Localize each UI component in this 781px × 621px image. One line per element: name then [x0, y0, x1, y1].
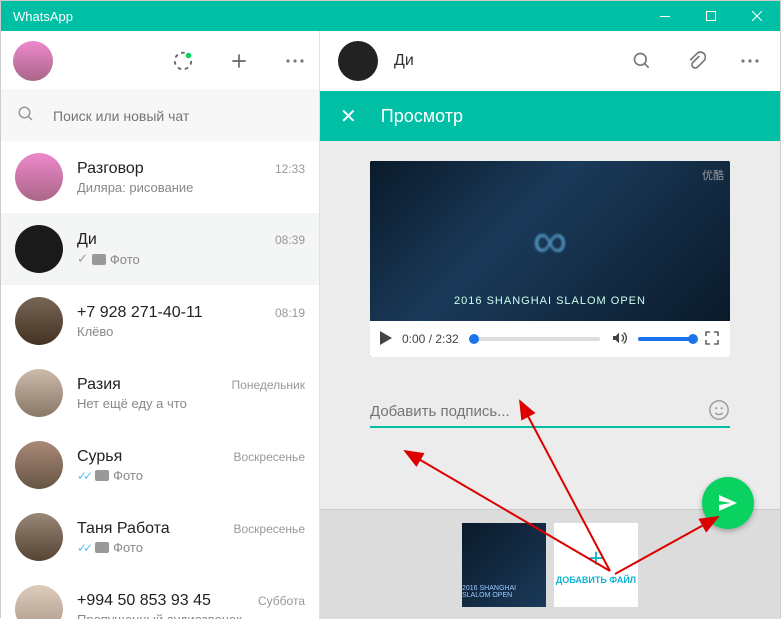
video-watermark: 优酷	[702, 167, 724, 183]
volume-slider[interactable]	[638, 337, 694, 341]
chat-list-avatar	[15, 225, 63, 273]
camera-icon	[95, 542, 109, 553]
chat-time: 08:39	[275, 233, 305, 247]
emoji-icon[interactable]	[708, 399, 730, 426]
chat-item[interactable]: +994 50 853 93 45СубботаПропущенный ауди…	[1, 573, 319, 619]
chat-item[interactable]: Ди 08:39 Фото	[1, 213, 319, 285]
chat-name: Сурья	[77, 448, 122, 466]
titlebar: WhatsApp	[1, 1, 780, 31]
close-preview-icon[interactable]: ✕	[340, 104, 357, 129]
search-bar	[1, 91, 319, 141]
preview-title: Просмотр	[381, 106, 463, 127]
chat-list[interactable]: Разговор 12:33 Диляра: рисование Ди 08:39 Фот…	[1, 141, 319, 619]
chat-list-avatar	[15, 585, 63, 619]
user-avatar[interactable]	[13, 41, 53, 81]
send-button[interactable]	[702, 477, 754, 529]
chat-item[interactable]: +7 928 271-40-11 08:19 Клёво	[1, 285, 319, 357]
chat-name: Разия	[77, 376, 121, 394]
chat-menu-icon[interactable]	[738, 49, 762, 73]
chat-list-avatar	[15, 513, 63, 561]
chat-name: +994 50 853 93 45	[77, 592, 211, 610]
search-input[interactable]	[53, 108, 303, 124]
chat-name: Ди	[77, 231, 97, 249]
chat-subtitle: Нет ещё еду а что	[77, 396, 305, 411]
caption-row	[370, 397, 730, 428]
chat-time: 12:33	[275, 162, 305, 176]
chat-subtitle: Диляра: рисование	[77, 180, 305, 195]
camera-icon	[92, 254, 106, 265]
chat-item[interactable]: Разговор 12:33 Диляра: рисование	[1, 141, 319, 213]
chat-header: Ди	[320, 31, 780, 91]
chat-subtitle: Фото	[77, 540, 305, 555]
chat-list-avatar	[15, 153, 63, 201]
video-progress[interactable]	[469, 337, 600, 341]
app-name: WhatsApp	[13, 9, 73, 24]
chat-time: Воскресенье	[233, 450, 305, 464]
chat-subtitle: Клёво	[77, 324, 305, 339]
add-file-button[interactable]: + ДОБАВИТЬ ФАЙЛ	[554, 523, 638, 607]
video-time: 0:00 / 2:32	[402, 332, 459, 346]
video-preview: ∞ 2016 SHANGHAI SLALOM OPEN 优酷 0:00 / 2:…	[370, 161, 730, 357]
thumbnail-strip: 2016 SHANGHAI SLALOM OPEN + ДОБАВИТЬ ФАЙ…	[320, 509, 780, 619]
chat-item[interactable]: Таня Работа Воскресенье Фото	[1, 501, 319, 573]
chat-list-avatar	[15, 441, 63, 489]
menu-icon[interactable]	[283, 49, 307, 73]
video-controls: 0:00 / 2:32	[370, 321, 730, 357]
chat-time: Суббота	[258, 594, 305, 608]
chat-item[interactable]: Разия Понедельник Нет ещё еду а что	[1, 357, 319, 429]
chat-avatar[interactable]	[338, 41, 378, 81]
camera-icon	[95, 470, 109, 481]
attach-icon[interactable]	[684, 49, 708, 73]
chat-item[interactable]: Сурья Воскресенье Фото	[1, 429, 319, 501]
chat-name: +7 928 271-40-11	[77, 304, 203, 322]
read-ticks-icon	[77, 251, 88, 267]
read-ticks-icon	[77, 468, 91, 483]
chat-name: Таня Работа	[77, 520, 170, 538]
preview-body: ∞ 2016 SHANGHAI SLALOM OPEN 优酷 0:00 / 2:…	[320, 141, 780, 619]
video-frame[interactable]: ∞ 2016 SHANGHAI SLALOM OPEN 优酷	[370, 161, 730, 321]
main-panel: Ди ✕ Просмотр ∞ 2016 SHANGHAI	[320, 31, 780, 619]
status-icon[interactable]	[171, 49, 195, 73]
chat-subtitle: Фото	[77, 251, 305, 267]
sidebar: Разговор 12:33 Диляра: рисование Ди 08:39 Фот…	[1, 31, 320, 619]
maximize-button[interactable]	[688, 1, 734, 31]
plus-icon: +	[588, 545, 603, 571]
sidebar-header	[1, 31, 319, 91]
new-chat-icon[interactable]	[227, 49, 251, 73]
video-thumbnail[interactable]: 2016 SHANGHAI SLALOM OPEN	[462, 523, 546, 607]
video-overlay-text: 2016 SHANGHAI SLALOM OPEN	[454, 295, 646, 307]
fullscreen-icon[interactable]	[704, 330, 720, 349]
chat-header-name: Ди	[394, 52, 614, 70]
chat-time: Воскресенье	[233, 522, 305, 536]
chat-time: Понедельник	[232, 378, 305, 392]
add-file-label: ДОБАВИТЬ ФАЙЛ	[556, 575, 636, 585]
play-icon[interactable]	[380, 331, 392, 348]
read-ticks-icon	[77, 540, 91, 555]
search-icon	[17, 105, 35, 128]
window-controls	[642, 1, 780, 31]
close-button[interactable]	[734, 1, 780, 31]
caption-input[interactable]	[370, 397, 730, 428]
chat-subtitle: Фото	[77, 468, 305, 483]
chat-name: Разговор	[77, 160, 144, 178]
chat-list-avatar	[15, 369, 63, 417]
search-chat-icon[interactable]	[630, 49, 654, 73]
volume-icon[interactable]	[610, 330, 628, 349]
chat-list-avatar	[15, 297, 63, 345]
chat-time: 08:19	[275, 306, 305, 320]
preview-header: ✕ Просмотр	[320, 91, 780, 141]
minimize-button[interactable]	[642, 1, 688, 31]
